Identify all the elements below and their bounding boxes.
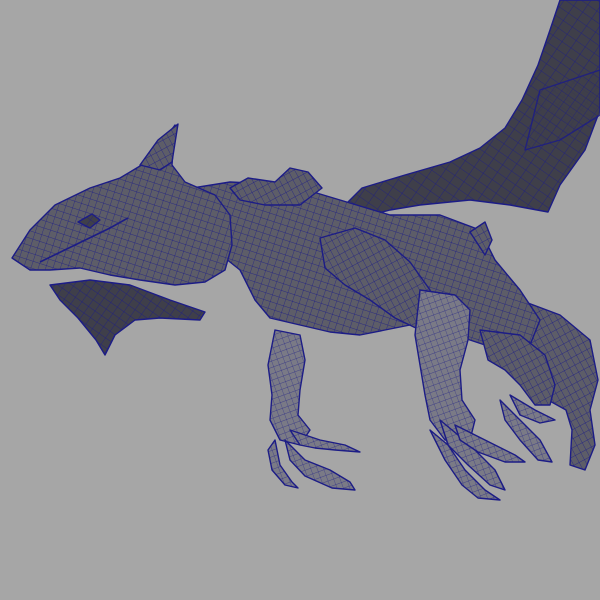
dragon-model-render bbox=[0, 0, 600, 600]
3d-viewport[interactable] bbox=[0, 0, 600, 600]
